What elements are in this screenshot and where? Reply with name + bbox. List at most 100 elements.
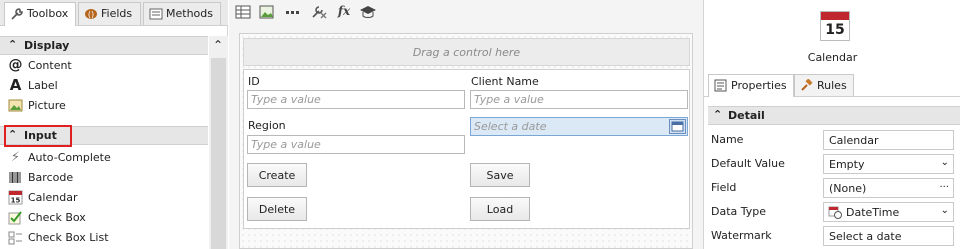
toolbox-item-label: Calendar [28, 191, 78, 204]
scrollbar-thumb[interactable] [211, 58, 226, 249]
chevron-up-icon: ⌃ [713, 108, 723, 121]
image-edit-icon[interactable] [258, 4, 276, 20]
property-row-watermark: Watermark Select a date [708, 224, 960, 248]
tab-methods-label: Methods [166, 7, 213, 20]
calendar-icon [671, 121, 684, 132]
graduation-cap-icon[interactable] [359, 4, 377, 20]
section-display[interactable]: ⌃ Display [0, 36, 208, 55]
property-value: (None) [829, 182, 867, 195]
calendar-day: 15 [825, 22, 845, 38]
calendar-control-icon: 15 [820, 11, 850, 41]
section-detail[interactable]: ⌃ Detail [708, 106, 960, 125]
barcode-icon [9, 172, 21, 183]
at-sign-icon: @ [8, 57, 23, 73]
checkbox-list-icon [8, 231, 22, 245]
drop-zone[interactable]: Drag a control here [243, 38, 690, 66]
calendar-icon: 15 [8, 190, 23, 205]
form-design-area[interactable]: Drag a control here ID Type a value Clie… [239, 33, 693, 249]
toolbox-panel: Toolbox () Fields Methods ⌃ Display @ Co… [0, 0, 228, 249]
letter-a-icon: A [9, 76, 22, 94]
toolbox-item-calendar[interactable]: 15 Calendar [8, 188, 77, 208]
chevron-down-icon: ⌄ [940, 205, 949, 216]
ellipsis-icon[interactable]: ··· [939, 182, 949, 193]
tab-fields[interactable]: () Fields [78, 2, 141, 25]
toolbox-item-label: Label [28, 79, 58, 92]
property-value: Empty [829, 158, 865, 171]
table-icon[interactable] [234, 4, 252, 20]
date-picker-button[interactable] [669, 119, 686, 134]
wrench-icon [11, 8, 23, 20]
toolbox-item-picture[interactable]: Picture [8, 96, 66, 116]
toolbox-item-label: Barcode [28, 171, 74, 184]
id-label: ID [248, 75, 260, 88]
rules-icon[interactable] [310, 4, 328, 20]
id-input[interactable]: Type a value [247, 90, 465, 109]
watermark-input[interactable]: Select a date [823, 226, 954, 246]
property-row-field: Field (None) ··· [708, 176, 960, 200]
load-button[interactable]: Load [470, 197, 530, 221]
field-picker[interactable]: (None) ··· [823, 178, 954, 198]
tab-fields-label: Fields [101, 7, 133, 20]
dots-icon[interactable] [284, 4, 302, 20]
region-input[interactable]: Type a value [247, 135, 465, 154]
create-button[interactable]: Create [247, 163, 307, 187]
scroll-up-icon[interactable]: ⌃ [213, 38, 223, 52]
toolbox-item-label[interactable]: A Label [8, 76, 58, 96]
checkbox-icon [8, 211, 22, 225]
toolbox-item-label: Content [28, 59, 72, 72]
toolbox-item-label: Check Box List [28, 231, 109, 244]
selected-control-name: Calendar [807, 51, 858, 64]
methods-icon [149, 8, 163, 20]
fields-icon: () [85, 9, 97, 19]
property-row-name: Name Calendar [708, 128, 960, 152]
fx-icon[interactable]: fx [335, 4, 353, 20]
region-label: Region [248, 119, 286, 132]
delete-button[interactable]: Delete [247, 197, 307, 221]
tab-rules[interactable]: Rules [794, 74, 854, 96]
property-value: DateTime [846, 206, 900, 219]
svg-text:(): () [88, 10, 94, 19]
property-row-data-type: Data Type DateTime ⌄ [708, 200, 960, 224]
default-value-select[interactable]: Empty ⌄ [823, 154, 954, 174]
tab-properties-label: Properties [731, 79, 787, 92]
svg-text:15: 15 [11, 197, 21, 205]
picture-icon [8, 99, 23, 112]
toolbox-tabs: Toolbox () Fields Methods [0, 0, 228, 26]
property-key: Field [711, 181, 737, 194]
toolbox-item-check-box-list[interactable]: Check Box List [8, 228, 109, 248]
property-key: Data Type [711, 205, 767, 218]
property-name-input[interactable]: Calendar [823, 130, 954, 150]
toolbox-item-label: Check Box [28, 211, 86, 224]
properties-icon [714, 79, 727, 92]
lightning-icon: ⚡ [10, 150, 21, 165]
toolbox-item-check-box[interactable]: Check Box [8, 208, 86, 228]
toolbox-item-content[interactable]: @ Content [8, 56, 72, 76]
toolbox-item-barcode[interactable]: Barcode [8, 168, 73, 188]
form-table: ID Type a value Client Name Type a value… [243, 69, 690, 229]
properties-panel: 15 Calendar Properties Rules ⌃ Detail Na… [703, 0, 960, 249]
calendar-date-picker[interactable]: Select a date [470, 117, 688, 136]
data-type-select[interactable]: DateTime ⌄ [823, 202, 954, 222]
toolbox-item-label: Auto-Complete [28, 151, 111, 164]
date-picker-placeholder: Select a date [474, 120, 547, 133]
highlight-box [4, 125, 72, 147]
property-value: Calendar [829, 134, 879, 147]
client-name-input[interactable]: Type a value [470, 90, 688, 109]
tab-toolbox-label: Toolbox [27, 7, 69, 20]
chevron-down-icon: ⌄ [940, 157, 949, 168]
property-value: Select a date [829, 230, 902, 243]
tab-properties[interactable]: Properties [708, 74, 794, 97]
chevron-up-icon: ⌃ [8, 38, 18, 51]
tab-toolbox[interactable]: Toolbox [4, 2, 76, 26]
save-button[interactable]: Save [470, 163, 530, 187]
section-display-label: Display [24, 39, 70, 52]
property-key: Name [711, 133, 744, 146]
design-canvas: fx Drag a control here ID Type a value C… [229, 0, 703, 249]
toolbox-scrollbar[interactable]: ⌃ [209, 36, 228, 249]
tab-rules-label: Rules [817, 79, 847, 92]
property-key: Watermark [711, 229, 772, 242]
toolbox-item-label: Picture [28, 99, 66, 112]
toolbox-item-auto-complete[interactable]: ⚡ Auto-Complete [8, 148, 111, 168]
tab-methods[interactable]: Methods [143, 2, 221, 25]
section-detail-label: Detail [728, 109, 765, 122]
